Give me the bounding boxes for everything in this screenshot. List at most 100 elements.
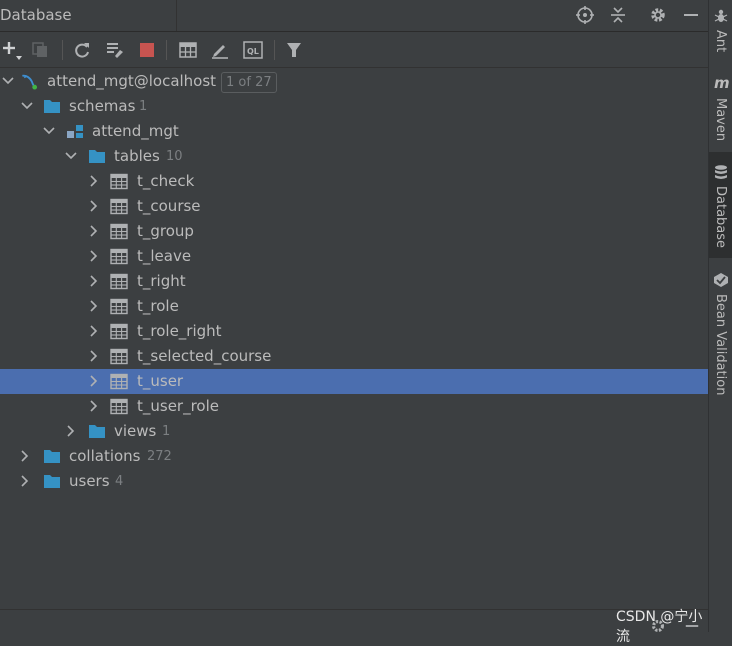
bottom-bar xyxy=(0,609,708,633)
crosshair-icon xyxy=(576,6,594,24)
tree-row-users[interactable]: users 4 xyxy=(0,469,708,494)
toolbar-divider xyxy=(274,40,275,60)
right-tool-strip: Ant m Maven Database Bean Validation xyxy=(708,0,732,632)
filter-button[interactable] xyxy=(282,38,306,62)
copy-icon xyxy=(32,42,47,57)
table-row[interactable]: t_role_right xyxy=(0,319,708,344)
tree-row-tables[interactable]: tables 10 xyxy=(0,144,708,169)
chevron-right-icon[interactable] xyxy=(86,398,102,414)
maven-icon: m xyxy=(714,74,730,92)
schemas-label: schemas xyxy=(69,97,136,115)
stop-icon xyxy=(140,43,154,57)
table-row[interactable]: t_leave xyxy=(0,244,708,269)
schema-label: attend_mgt xyxy=(92,122,179,140)
tables-label: tables xyxy=(114,147,160,165)
table-row[interactable]: t_user xyxy=(0,369,708,394)
table-row[interactable]: t_selected_course xyxy=(0,344,708,369)
tree-row-schemas[interactable]: schemas 1 xyxy=(0,94,708,119)
edit-source-button[interactable] xyxy=(208,38,232,62)
folder-icon xyxy=(89,425,105,438)
side-tab-maven[interactable]: m Maven xyxy=(709,72,732,152)
minimize-icon xyxy=(684,14,698,16)
chevron-down-icon[interactable] xyxy=(19,98,35,114)
chevron-right-icon[interactable] xyxy=(86,323,102,339)
database-icon xyxy=(715,165,727,179)
mysql-dolphin-icon xyxy=(22,74,38,90)
side-tab-bean-validation[interactable]: Bean Validation xyxy=(709,266,732,396)
chevron-right-icon[interactable] xyxy=(86,173,102,189)
table-icon xyxy=(110,198,128,215)
folder-icon xyxy=(44,100,60,113)
table-grid-icon xyxy=(179,42,197,58)
chevron-right-icon[interactable] xyxy=(86,373,102,389)
chevron-right-icon[interactable] xyxy=(86,273,102,289)
side-tab-bean-validation-label: Bean Validation xyxy=(713,294,728,396)
refresh-button[interactable] xyxy=(70,38,94,62)
users-label: users xyxy=(69,472,110,490)
table-row-label: t_user_role xyxy=(137,397,220,415)
chevron-right-icon[interactable] xyxy=(17,448,33,464)
plus-icon xyxy=(3,42,22,60)
table-row[interactable]: t_right xyxy=(0,269,708,294)
table-icon xyxy=(110,373,128,390)
chevron-right-icon[interactable] xyxy=(86,223,102,239)
table-icon xyxy=(110,173,128,190)
table-icon xyxy=(110,323,128,340)
table-row-label: t_course xyxy=(137,197,201,215)
toolbar: QL xyxy=(0,32,708,68)
stop-button[interactable] xyxy=(135,38,159,62)
open-table-button[interactable] xyxy=(176,38,200,62)
table-row[interactable]: t_role xyxy=(0,294,708,319)
side-tab-database[interactable]: Database xyxy=(709,152,732,258)
chevron-right-icon[interactable] xyxy=(17,473,33,489)
chevron-down-icon[interactable] xyxy=(41,123,57,139)
duplicate-button[interactable] xyxy=(28,38,52,62)
table-icon xyxy=(110,298,128,315)
table-row[interactable]: t_course xyxy=(0,194,708,219)
tree-row-schema[interactable]: attend_mgt xyxy=(0,119,708,144)
tool-window-title: Database xyxy=(0,6,72,24)
db-tools-icon xyxy=(107,43,123,58)
tree-row-collations[interactable]: collations 272 xyxy=(0,444,708,469)
connection-badge: 1 of 27 xyxy=(221,72,277,93)
add-button[interactable] xyxy=(0,38,24,62)
table-row-label: t_role_right xyxy=(137,322,222,340)
bean-validation-icon xyxy=(714,273,728,287)
settings-button[interactable] xyxy=(647,4,669,26)
pencil-icon xyxy=(212,45,228,59)
database-tool-window: Database QL attend_mgt@localhost schemas… xyxy=(0,0,708,645)
chevron-right-icon[interactable] xyxy=(86,248,102,264)
table-row[interactable]: t_user_role xyxy=(0,394,708,419)
refresh-icon xyxy=(75,43,89,58)
collapse-all-icon xyxy=(611,7,625,23)
table-row[interactable]: t_group xyxy=(0,219,708,244)
chevron-right-icon[interactable] xyxy=(86,198,102,214)
table-row-label: t_right xyxy=(137,272,186,290)
table-row[interactable]: t_check xyxy=(0,169,708,194)
chevron-right-icon[interactable] xyxy=(63,423,79,439)
side-tab-maven-label: Maven xyxy=(713,98,728,142)
chevron-down-icon[interactable] xyxy=(63,148,79,164)
watermark: CSDN @宁小流 xyxy=(616,609,703,645)
folder-icon xyxy=(44,450,60,463)
side-tab-ant-label: Ant xyxy=(713,30,728,53)
chevron-right-icon[interactable] xyxy=(86,298,102,314)
views-label: views xyxy=(114,422,157,440)
table-icon xyxy=(110,273,128,290)
folder-icon xyxy=(89,150,105,163)
table-row-label: t_user xyxy=(137,372,184,390)
query-console-button[interactable]: QL xyxy=(241,38,265,62)
tree-row-views[interactable]: views 1 xyxy=(0,419,708,444)
side-tab-ant[interactable]: Ant xyxy=(709,0,732,68)
side-tab-database-label: Database xyxy=(713,186,728,249)
hide-button[interactable] xyxy=(680,4,702,26)
chevron-down-icon[interactable] xyxy=(0,73,16,89)
schema-tools-button[interactable] xyxy=(103,38,127,62)
collapse-all-button[interactable] xyxy=(607,4,629,26)
filter-icon xyxy=(287,43,301,57)
tree-row-connection[interactable]: attend_mgt@localhost xyxy=(0,69,708,94)
locate-button[interactable] xyxy=(574,4,596,26)
schemas-count: 1 xyxy=(139,99,148,114)
chevron-right-icon[interactable] xyxy=(86,348,102,364)
ant-icon xyxy=(714,9,728,22)
